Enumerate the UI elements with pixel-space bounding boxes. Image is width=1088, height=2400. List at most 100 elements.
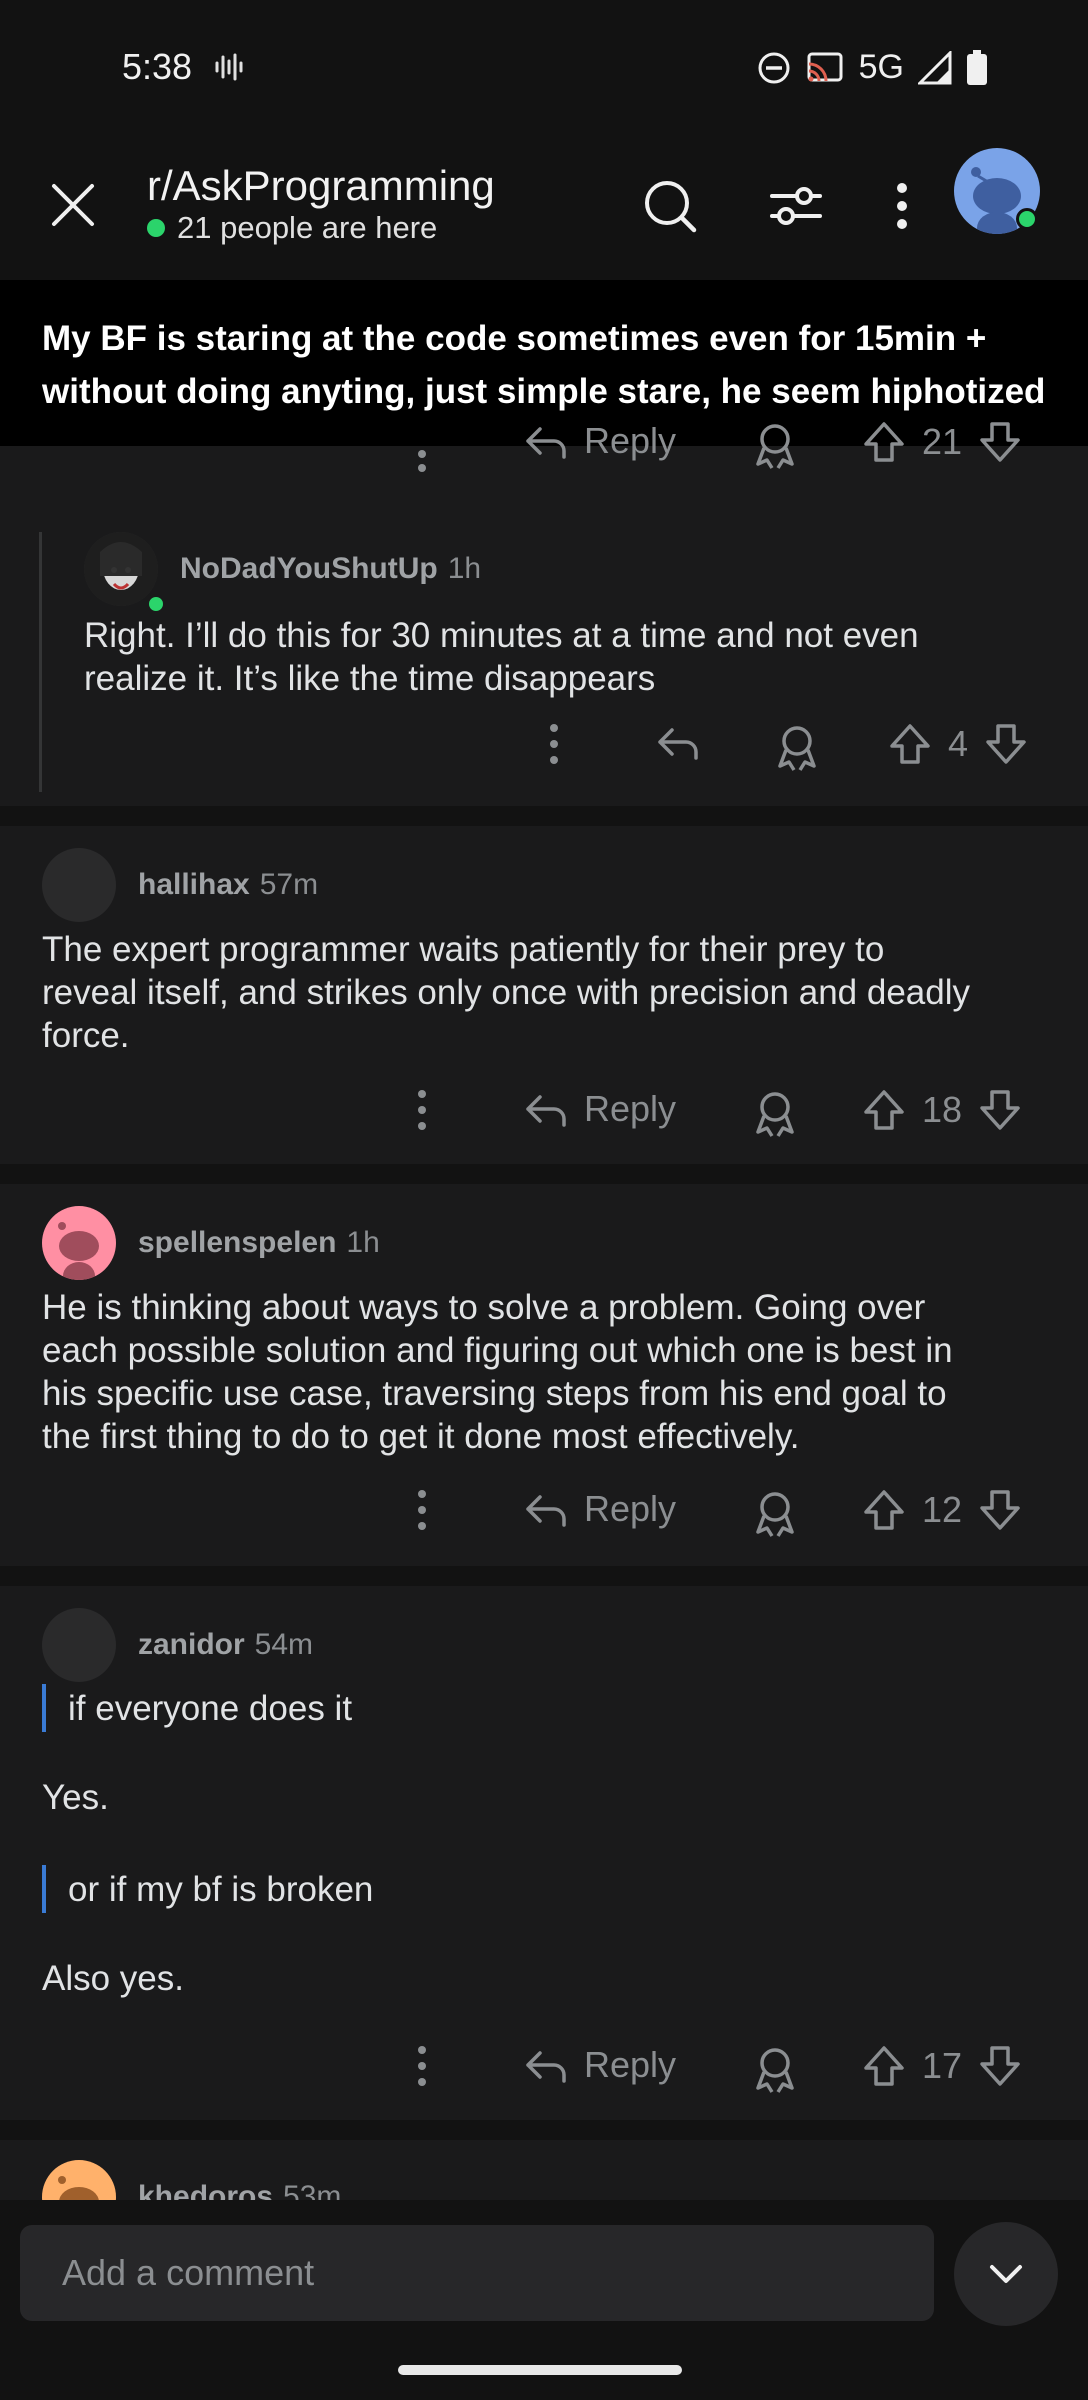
signal-icon <box>918 50 952 84</box>
more-icon[interactable] <box>404 2044 440 2088</box>
vote-control: 17 <box>862 2044 1022 2088</box>
username[interactable]: hallihax <box>138 868 250 901</box>
reply-label: Reply <box>584 420 677 461</box>
comment-composer-bar <box>0 2200 1088 2400</box>
status-time: 5:38 <box>122 46 193 87</box>
user-avatar-icon <box>84 532 158 606</box>
more-options-icon[interactable] <box>872 176 932 236</box>
comment-line: He is thinking about ways to solve a pro… <box>42 1288 926 1327</box>
comment-actions: Reply 18 <box>0 1088 1088 1148</box>
avatar[interactable] <box>42 1206 116 1280</box>
upvote-icon[interactable] <box>862 2044 906 2088</box>
divider <box>0 806 1088 826</box>
upvote-icon[interactable] <box>862 1088 906 1132</box>
avatar[interactable] <box>84 532 158 606</box>
vote-count: 4 <box>948 723 969 764</box>
downvote-icon[interactable] <box>978 2044 1022 2088</box>
sound-wave-icon <box>215 53 243 81</box>
comment-meta: khedoros 53m <box>138 2180 341 2200</box>
comment-body: Right. I’ll do this for 30 minutes at a … <box>84 614 1084 700</box>
avatar[interactable] <box>42 2160 116 2200</box>
post-title-line: My BF is staring at the code sometimes e… <box>42 319 987 358</box>
more-icon[interactable] <box>536 722 572 766</box>
subreddit-title[interactable]: r/AskProgramming <box>147 162 495 210</box>
reply-button[interactable]: Reply <box>524 1088 676 1130</box>
comment-header: hallihax 57m <box>42 848 318 922</box>
divider <box>0 1566 1088 1586</box>
username[interactable]: khedoros <box>138 2180 273 2200</box>
post-title-line: without doing anyting, just simple stare… <box>42 372 1046 411</box>
comment-line: reveal itself, and strikes only once wit… <box>42 973 970 1012</box>
award-icon[interactable] <box>750 420 800 470</box>
comment-line: realize it. It’s like the time disappear… <box>84 659 656 698</box>
blockquote: if everyone does it <box>42 1684 1042 1732</box>
reply-button[interactable]: Reply <box>524 2044 676 2086</box>
snoo-avatar-icon <box>58 2176 99 2200</box>
home-indicator[interactable] <box>398 2365 682 2375</box>
reply-icon <box>526 1495 566 1527</box>
comment-header: zanidor 54m <box>42 1608 313 1682</box>
comment-time: 53m <box>283 2180 342 2200</box>
divider <box>0 1164 1088 1184</box>
vote-count: 18 <box>922 1089 963 1130</box>
username[interactable]: spellenspelen <box>138 1226 336 1259</box>
quote-text: if everyone does it <box>68 1688 353 1728</box>
online-count-label: 21 people are here <box>177 210 438 245</box>
reply-button[interactable]: Reply <box>524 420 676 462</box>
award-icon[interactable] <box>750 1488 800 1538</box>
downvote-icon[interactable] <box>978 1088 1022 1132</box>
network-type: 5G <box>858 48 904 86</box>
reply-icon[interactable] <box>656 722 700 762</box>
downvote-icon[interactable] <box>978 1488 1022 1532</box>
award-icon[interactable] <box>750 2044 800 2094</box>
quote-text: or if my bf is broken <box>68 1869 374 1909</box>
vote-count: 12 <box>922 1489 963 1530</box>
comment-actions: Reply 21 <box>0 420 1088 506</box>
comment-line: Yes. <box>42 1778 109 1817</box>
avatar[interactable] <box>42 1608 116 1682</box>
comment-time: 54m <box>254 1628 314 1661</box>
comment-actions: 4 <box>0 722 1088 782</box>
online-status-dot <box>1016 208 1038 230</box>
vote-control: 21 <box>862 420 1022 464</box>
comment-line: each possible solution and figuring out … <box>42 1331 953 1370</box>
reply-icon <box>526 2051 566 2083</box>
more-icon[interactable] <box>404 446 440 506</box>
reply-label: Reply <box>584 1088 677 1129</box>
upvote-icon[interactable] <box>862 1488 906 1532</box>
search-icon[interactable] <box>640 176 700 236</box>
downvote-icon[interactable] <box>984 722 1028 766</box>
upvote-icon[interactable] <box>862 420 906 464</box>
vote-count: 21 <box>922 421 963 462</box>
blockquote: or if my bf is broken <box>42 1865 1042 1913</box>
comment-meta: hallihax 57m <box>138 868 318 902</box>
comment-line: force. <box>42 1016 130 1055</box>
more-icon[interactable] <box>404 1088 440 1132</box>
collapse-button[interactable] <box>954 2222 1058 2326</box>
comment-time: 1h <box>447 552 482 585</box>
status-bar: 5:38 5G <box>0 0 1088 130</box>
cast-icon <box>807 52 843 81</box>
username[interactable]: zanidor <box>138 1628 245 1661</box>
comment-header: khedoros 53m <box>42 2160 341 2200</box>
avatar[interactable] <box>42 848 116 922</box>
award-icon[interactable] <box>772 722 822 772</box>
reply-button[interactable]: Reply <box>524 1488 676 1530</box>
comment-time: 57m <box>259 868 319 901</box>
more-icon[interactable] <box>404 1488 440 1532</box>
username[interactable]: NoDadYouShutUp <box>180 552 438 585</box>
comment-card: spellenspelen 1h He is thinking about way… <box>0 1184 1088 1566</box>
comment-card: khedoros 53m <box>0 2140 1088 2200</box>
downvote-icon[interactable] <box>978 420 1022 464</box>
upvote-icon[interactable] <box>888 722 932 766</box>
do-not-disturb-icon <box>758 52 790 83</box>
comment-header: spellenspelen 1h <box>42 1206 380 1280</box>
comment-line: his specific use case, traversing steps … <box>42 1374 947 1413</box>
close-icon[interactable] <box>48 180 98 230</box>
award-icon[interactable] <box>750 1088 800 1138</box>
comment-card: Reply 21 NoDadYouShutUp 1h Right. I’ll d… <box>0 420 1088 806</box>
sort-filter-icon[interactable] <box>766 176 826 236</box>
add-comment-input[interactable] <box>20 2225 934 2321</box>
comment-body: The expert programmer waits patiently fo… <box>42 928 1042 1057</box>
divider <box>0 2120 1088 2140</box>
